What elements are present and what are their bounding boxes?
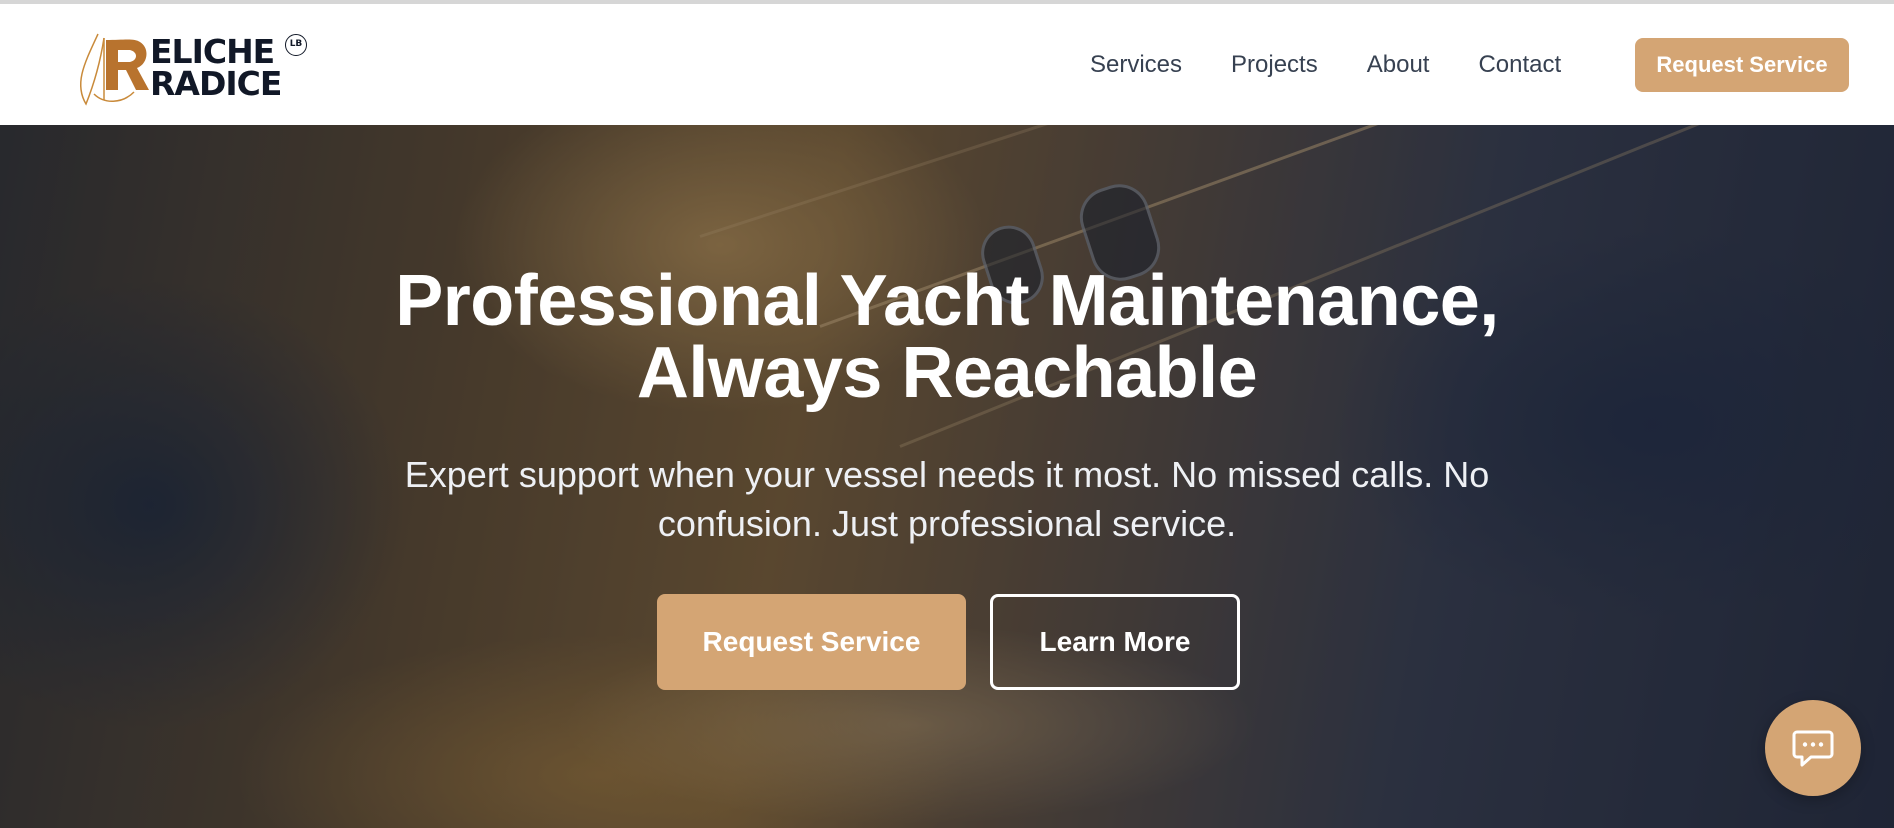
nav-link-contact[interactable]: Contact	[1478, 50, 1561, 80]
nav-link-about[interactable]: About	[1367, 50, 1430, 80]
hero-subtitle: Expert support when your vessel needs it…	[404, 454, 1490, 544]
hero-section: Professional Yacht Maintenance, Always R…	[0, 125, 1894, 828]
hero-request-service-button[interactable]: Request Service	[657, 594, 966, 690]
nav-link-services[interactable]: Services	[1090, 50, 1182, 80]
hero-learn-more-button[interactable]: Learn More	[990, 594, 1240, 690]
chat-widget-button[interactable]	[1765, 700, 1861, 796]
chat-bubble-icon	[1792, 730, 1834, 767]
nav-link-projects[interactable]: Projects	[1231, 50, 1318, 80]
site-logo[interactable]: ELICHE RADICE LB	[74, 24, 314, 110]
site-header: ELICHE RADICE LB Services Projects About…	[0, 4, 1894, 125]
logo-wordmark: ELICHE RADICE	[150, 35, 282, 103]
hero-title: Professional Yacht Maintenance, Always R…	[0, 265, 1894, 409]
logo-line-2: RADICE	[150, 64, 282, 103]
logo-badge: LB	[285, 34, 307, 56]
header-request-service-button[interactable]: Request Service	[1635, 38, 1849, 92]
hero-title-line-2: Always Reachable	[636, 333, 1258, 413]
main-nav: Services Projects About Contact	[1090, 50, 1610, 80]
hero-title-line-1: Professional Yacht Maintenance,	[395, 261, 1499, 341]
